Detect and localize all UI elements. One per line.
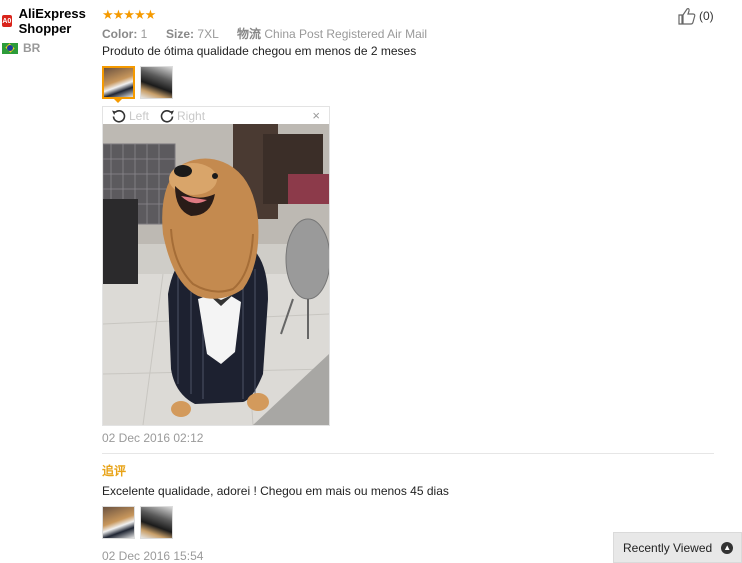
thumbs-up-icon [678,8,696,25]
recently-viewed-label: Recently Viewed [623,540,713,555]
level-badge: A0 [2,15,12,27]
followup-date: 02 Dec 2016 15:54 [102,549,204,563]
viewer-toolbar: Left Right × [103,107,329,124]
followup-image-thumb[interactable] [102,506,135,539]
order-info: Color: 1 Size: 7XL 物流 China Post Registe… [102,25,427,42]
rotate-right-label: Right [177,108,206,123]
brazil-flag-icon [2,42,18,54]
shipping-value: China Post Registered Air Mail [264,27,428,41]
divider [102,453,714,454]
helpful-button[interactable]: (0) [677,7,714,25]
rotate-left-label: Left [129,108,150,123]
review-images [102,66,173,99]
reviewer-info: A0 AliExpress Shopper BR [2,6,98,55]
close-viewer-button[interactable]: × [312,108,320,123]
color-value: 1 [140,27,148,41]
reviewer-name: AliExpress Shopper [18,6,86,36]
review-image-thumb[interactable] [102,66,135,99]
image-viewer: Left Right × [102,106,330,426]
review-text: Produto de ótima qualidade chegou em men… [102,44,417,58]
color-label: Color: [102,27,138,41]
size-label: Size: [166,27,195,41]
followup-text: Excelente qualidade, adorei ! Chegou em … [102,484,449,498]
selected-thumb-pointer [113,98,123,103]
rotate-right-button[interactable]: Right [159,108,205,124]
followup-images [102,506,173,539]
rotate-right-icon [160,109,175,123]
review-image-thumb[interactable] [140,66,173,99]
helpful-count: (0) [699,9,714,23]
chevron-up-icon: ▲ [721,541,734,554]
followup-image-thumb[interactable] [140,506,173,539]
size-value: 7XL [197,27,219,41]
review-date: 02 Dec 2016 02:12 [102,431,204,445]
dog-in-suit-photo [103,124,329,425]
shipping-label: 物流 [237,27,262,41]
rotate-left-button[interactable]: Left [111,108,149,124]
recently-viewed-button[interactable]: Recently Viewed ▲ [613,532,742,563]
reviewer-country: BR [2,41,98,55]
country-code: BR [23,41,41,55]
followup-label: 追评 [102,464,127,478]
review-photo [103,124,329,425]
rating-stars: ★★★★★ [102,7,156,22]
rotate-left-icon [112,109,126,123]
